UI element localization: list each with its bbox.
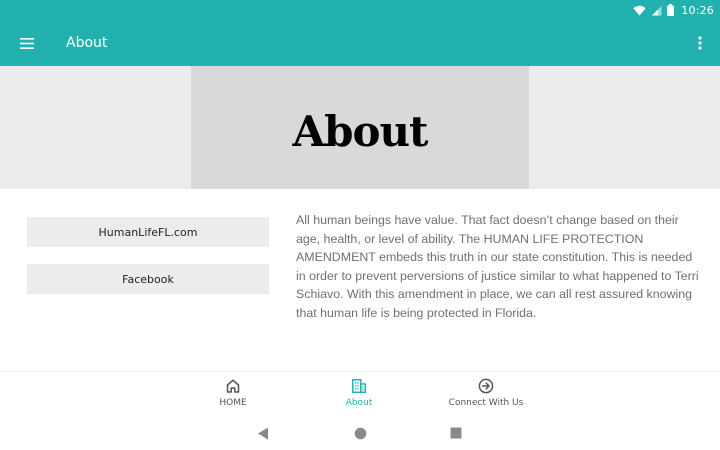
status-time: 10:26 (681, 3, 714, 17)
nav-item-connect[interactable]: Connect With Us (436, 378, 536, 414)
hamburger-menu-icon (20, 37, 34, 49)
about-description: All human beings have value. That fact d… (296, 213, 699, 320)
app-bar-title: About (66, 35, 108, 51)
nav-item-about[interactable]: About (309, 378, 409, 414)
overflow-menu-button[interactable] (694, 32, 706, 54)
nav-label-home: HOME (219, 398, 247, 408)
system-navigation-bar (0, 416, 720, 450)
signal-icon (651, 5, 662, 16)
screen: 10:26 About About HumanLifeFL.com Facebo… (0, 0, 720, 450)
app-bar: About (0, 20, 720, 66)
recents-square-icon (450, 427, 462, 439)
status-bar: 10:26 (0, 0, 720, 20)
home-circle-icon (354, 427, 366, 439)
more-vertical-icon (698, 36, 702, 50)
website-button[interactable]: HumanLifeFL.com (27, 217, 269, 247)
system-back-button[interactable] (255, 425, 271, 441)
hero-box: About (191, 66, 529, 189)
menu-button[interactable] (17, 33, 37, 53)
hero-banner: About (0, 66, 720, 189)
system-home-button[interactable] (352, 425, 368, 441)
system-recents-button[interactable] (448, 425, 464, 441)
nav-label-about: About (345, 398, 373, 408)
building-icon (352, 379, 367, 394)
arrow-circle-right-icon (478, 378, 494, 394)
nav-item-home[interactable]: HOME (183, 378, 283, 414)
home-icon (226, 379, 240, 393)
bottom-navigation: HOME About Connect With Us (0, 371, 720, 416)
wifi-icon (633, 5, 646, 16)
hero-heading: About (292, 107, 429, 156)
nav-label-connect: Connect With Us (448, 398, 524, 408)
back-triangle-icon (258, 427, 268, 439)
facebook-button[interactable]: Facebook (27, 264, 269, 294)
battery-icon (667, 4, 675, 16)
